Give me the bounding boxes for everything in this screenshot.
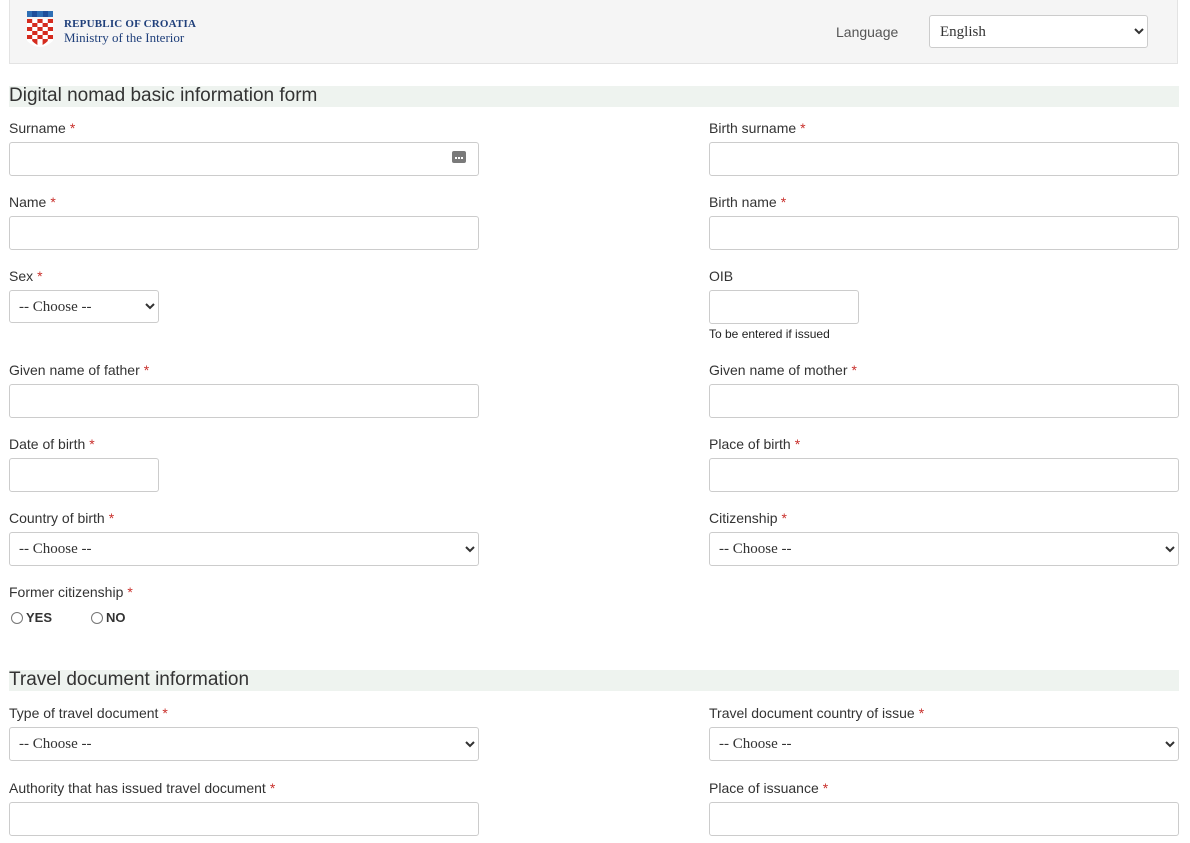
required-mark: * [127, 584, 133, 600]
required-mark: * [780, 194, 787, 210]
croatian-coat-of-arms-icon [27, 11, 53, 47]
place-of-birth-input[interactable] [709, 458, 1179, 492]
required-mark: * [143, 362, 150, 378]
birth-name-input[interactable] [709, 216, 1179, 250]
oib-input[interactable] [709, 290, 859, 324]
no-label: NO [106, 610, 126, 625]
doc-type-select[interactable]: -- Choose -- [9, 727, 479, 761]
oib-label: OIB [709, 268, 734, 284]
former-citizenship-yes-radio[interactable] [11, 611, 23, 624]
required-mark: * [822, 780, 829, 796]
date-of-birth-input[interactable] [9, 458, 159, 492]
required-mark: * [89, 436, 95, 452]
site-header: REPUBLIC OF CROATIA Ministry of the Inte… [9, 0, 1178, 64]
required-mark: * [781, 510, 787, 526]
authority-input[interactable] [9, 802, 479, 836]
mother-name-input[interactable] [709, 384, 1179, 418]
required-mark: * [851, 362, 857, 378]
citizenship-select[interactable]: -- Choose -- [709, 532, 1179, 566]
required-mark: * [37, 268, 43, 284]
doc-country-label: Travel document country of issue * [709, 705, 925, 721]
oib-help-text: To be entered if issued [709, 327, 830, 341]
former-citizenship-label: Former citizenship * [9, 584, 133, 600]
name-input[interactable] [9, 216, 479, 250]
birth-name-label: Birth name * [709, 194, 787, 210]
place-of-issuance-input[interactable] [709, 802, 1179, 836]
name-label: Name * [9, 194, 56, 210]
section-title-travel-document: Travel document information [9, 670, 1179, 691]
birth-surname-label: Birth surname * [709, 120, 806, 136]
surname-label: Surname * [9, 120, 76, 136]
country-of-birth-label: Country of birth * [9, 510, 115, 526]
country-of-birth-select[interactable]: -- Choose -- [9, 532, 479, 566]
language-select[interactable]: English [929, 15, 1148, 48]
former-citizenship-no-radio[interactable] [91, 611, 103, 624]
doc-country-select[interactable]: -- Choose -- [709, 727, 1179, 761]
father-name-label: Given name of father * [9, 362, 150, 378]
sex-select[interactable]: -- Choose -- [9, 290, 159, 323]
logo-line-ministry: Ministry of the Interior [64, 30, 185, 45]
yes-label: YES [26, 610, 53, 625]
required-mark: * [50, 194, 56, 210]
required-mark: * [794, 436, 801, 452]
keyboard-icon[interactable] [452, 151, 466, 163]
place-of-birth-label: Place of birth * [709, 436, 801, 452]
birth-surname-input[interactable] [709, 142, 1179, 176]
place-of-issuance-label: Place of issuance * [709, 780, 829, 796]
ministry-logo[interactable]: REPUBLIC OF CROATIA Ministry of the Inte… [26, 11, 196, 51]
required-mark: * [69, 120, 76, 136]
required-mark: * [269, 780, 276, 796]
father-name-input[interactable] [9, 384, 479, 418]
authority-label: Authority that has issued travel documen… [9, 780, 276, 796]
section-title-basic-info: Digital nomad basic information form [9, 86, 1179, 107]
required-mark: * [108, 510, 115, 526]
required-mark: * [800, 120, 806, 136]
sex-label: Sex * [9, 268, 43, 284]
required-mark: * [918, 705, 925, 721]
former-citizenship-no[interactable]: NO [91, 610, 126, 625]
language-label: Language [836, 24, 899, 40]
mother-name-label: Given name of mother * [709, 362, 857, 378]
required-mark: * [162, 705, 168, 721]
doc-type-label: Type of travel document * [9, 705, 168, 721]
citizenship-label: Citizenship * [709, 510, 787, 526]
former-citizenship-yes[interactable]: YES [11, 610, 52, 625]
surname-input[interactable] [9, 142, 479, 176]
date-of-birth-label: Date of birth * [9, 436, 95, 452]
